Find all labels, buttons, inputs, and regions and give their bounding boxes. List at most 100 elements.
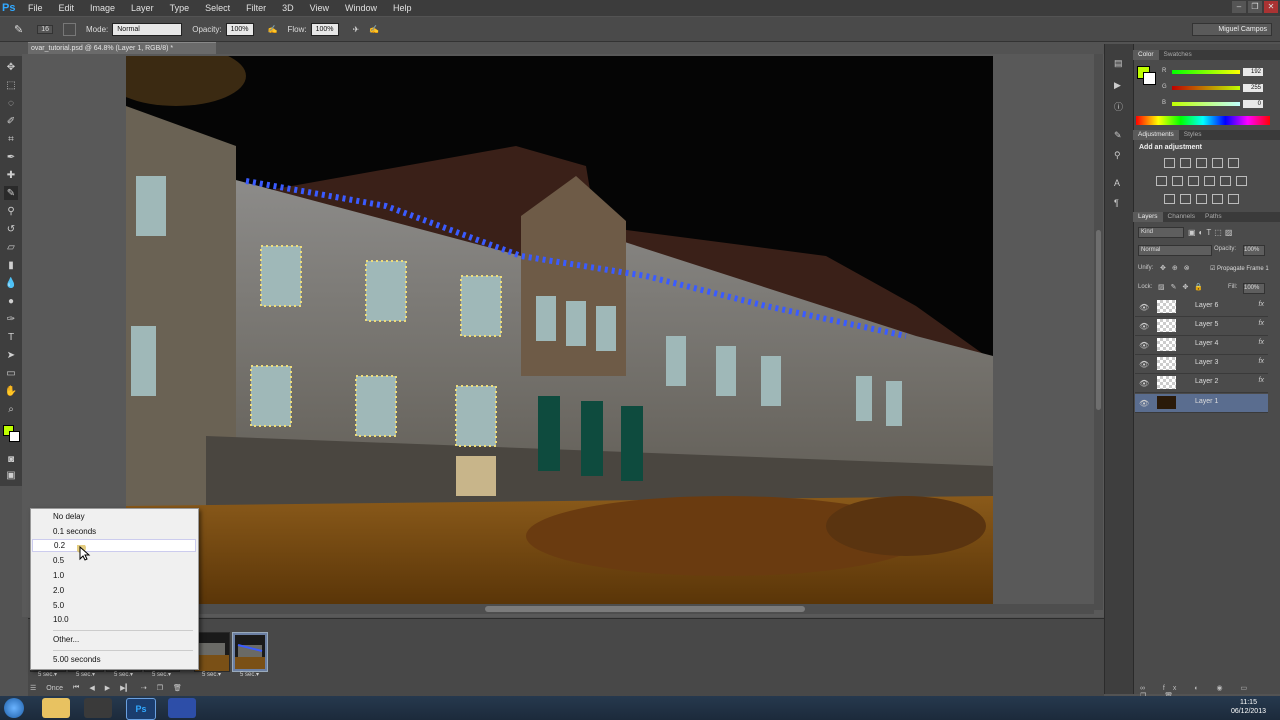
quick-select-tool-icon[interactable]: ✐ <box>4 114 18 128</box>
menu-view[interactable]: View <box>302 0 337 16</box>
delay-option-other[interactable]: Other... <box>53 635 79 644</box>
convert-timeline-icon[interactable]: ☰ <box>30 684 36 692</box>
first-frame-icon[interactable]: ⏮ <box>73 684 79 692</box>
delay-option-highlighted[interactable]: 0.2 <box>32 539 196 552</box>
blue-value[interactable]: 0 <box>1243 100 1263 108</box>
frame-delay[interactable]: 5 sec.▾ <box>114 671 133 678</box>
layer-row-selected[interactable]: 👁 Layer 1 <box>1135 394 1268 413</box>
minimize-icon[interactable]: – <box>1232 1 1246 13</box>
color-lookup-adjustment-icon[interactable] <box>1236 176 1247 186</box>
gradient-map-adjustment-icon[interactable] <box>1212 194 1223 204</box>
healing-tool-icon[interactable]: ✚ <box>4 168 18 182</box>
layer-effects-icon[interactable]: fx <box>1259 301 1264 308</box>
frame-delay[interactable]: 5 sec.▾ <box>152 671 171 678</box>
visibility-eye-icon[interactable]: 👁 <box>1139 303 1149 312</box>
frame-delay[interactable]: 5 sec.▾ <box>38 671 57 678</box>
tab-swatches[interactable]: Swatches <box>1159 50 1197 60</box>
paragraph-panel-icon[interactable]: ¶ <box>1114 198 1119 208</box>
media-taskbar-icon[interactable] <box>84 698 112 718</box>
visibility-eye-icon[interactable]: 👁 <box>1139 322 1149 331</box>
red-value[interactable]: 192 <box>1243 68 1263 76</box>
layer-row[interactable]: 👁 Layer 3 fx <box>1135 355 1268 374</box>
blue-slider[interactable] <box>1172 102 1240 106</box>
mode-select[interactable]: Normal <box>112 22 183 36</box>
marquee-tool-icon[interactable]: ⬚ <box>4 78 18 92</box>
menu-3d[interactable]: 3D <box>274 0 302 16</box>
lock-icons[interactable]: ▨✎✥🔒 <box>1158 283 1209 291</box>
delay-option[interactable]: 5.0 <box>53 601 64 610</box>
dodge-tool-icon[interactable]: ● <box>4 294 18 308</box>
green-slider[interactable] <box>1172 86 1240 90</box>
crop-tool-icon[interactable]: ⌗ <box>4 132 18 146</box>
info-panel-icon[interactable]: ⓘ <box>1114 100 1123 113</box>
menu-filter[interactable]: Filter <box>238 0 274 16</box>
screen-mode-icon[interactable]: ▣ <box>4 468 18 482</box>
delay-option[interactable]: 0.1 seconds <box>53 527 96 536</box>
airbrush-icon[interactable]: ✈ <box>353 25 360 34</box>
tab-adjustments[interactable]: Adjustments <box>1133 130 1179 140</box>
propagate-frame-checkbox[interactable]: ☑ Propagate Frame 1 <box>1210 265 1269 272</box>
photoshop-taskbar-icon[interactable]: Ps <box>126 698 156 720</box>
system-clock[interactable]: 11:15 06/12/2013 <box>1231 698 1266 716</box>
layer-filter-icons[interactable]: ▣◐T⬚▨ <box>1188 228 1235 237</box>
brightness-adjustment-icon[interactable] <box>1164 158 1175 168</box>
lasso-tool-icon[interactable]: ◌ <box>4 96 18 110</box>
color-balance-adjustment-icon[interactable] <box>1172 176 1183 186</box>
background-color-preview[interactable] <box>1143 72 1156 85</box>
prev-frame-icon[interactable]: ◀ <box>89 684 94 692</box>
brush-panel-icon[interactable]: ✎ <box>1114 130 1122 141</box>
horizontal-scroll-thumb[interactable] <box>485 606 805 612</box>
loop-select[interactable]: Once <box>46 685 63 692</box>
duplicate-frame-icon[interactable]: ❐ <box>157 684 163 692</box>
layer-row[interactable]: 👁 Layer 5 fx <box>1135 317 1268 336</box>
close-icon[interactable]: ✕ <box>1264 1 1278 13</box>
visibility-eye-icon[interactable]: 👁 <box>1139 341 1149 350</box>
pressure-size-icon[interactable]: ✍ <box>369 25 379 34</box>
toggle-brush-panel-icon[interactable] <box>63 22 77 36</box>
character-panel-icon[interactable]: A <box>1114 178 1120 188</box>
frame-delay[interactable]: 5 sec.▾ <box>202 671 221 678</box>
brush-preset-picker[interactable]: 16 <box>37 24 54 34</box>
move-tool-icon[interactable]: ✥ <box>4 60 18 74</box>
tween-icon[interactable]: ⇢ <box>141 684 147 692</box>
exposure-adjustment-icon[interactable] <box>1212 158 1223 168</box>
hue-saturation-adjustment-icon[interactable] <box>1156 176 1167 186</box>
tab-layers[interactable]: Layers <box>1133 212 1163 222</box>
vibrance-adjustment-icon[interactable] <box>1228 158 1239 168</box>
menu-window[interactable]: Window <box>337 0 385 16</box>
layer-effects-icon[interactable]: fx <box>1259 358 1264 365</box>
delete-frame-icon[interactable]: 🗑 <box>173 684 182 692</box>
tab-color[interactable]: Color <box>1133 50 1159 60</box>
delay-option[interactable]: 10.0 <box>53 615 69 624</box>
pen-tool-icon[interactable]: ✑ <box>4 312 18 326</box>
vertical-scroll-thumb[interactable] <box>1096 230 1101 410</box>
brush-tool-icon[interactable]: ✎ <box>14 23 23 36</box>
delay-option[interactable]: 1.0 <box>53 571 64 580</box>
frame-delay[interactable]: 5 sec.▾ <box>76 671 95 678</box>
history-panel-icon[interactable]: ▤ <box>1114 58 1123 69</box>
layer-row[interactable]: 👁 Layer 2 fx <box>1135 374 1268 393</box>
brush-tool-icon-selected[interactable]: ✎ <box>4 186 18 200</box>
timeline-frame[interactable] <box>194 632 230 672</box>
document-image[interactable] <box>126 56 993 605</box>
tab-paths[interactable]: Paths <box>1200 212 1227 222</box>
eraser-tool-icon[interactable]: ▱ <box>4 240 18 254</box>
posterize-adjustment-icon[interactable] <box>1180 194 1191 204</box>
app-taskbar-icon[interactable] <box>168 698 196 718</box>
clone-stamp-tool-icon[interactable]: ⚲ <box>4 204 18 218</box>
green-value[interactable]: 255 <box>1243 84 1263 92</box>
windows-start-icon[interactable] <box>4 698 24 718</box>
explorer-taskbar-icon[interactable] <box>42 698 70 718</box>
unify-icons[interactable]: ✥⊕⊗ <box>1160 264 1196 272</box>
clone-source-panel-icon[interactable]: ⚲ <box>1114 150 1121 161</box>
layer-effects-icon[interactable]: fx <box>1259 320 1264 327</box>
visibility-eye-icon[interactable]: 👁 <box>1139 360 1149 369</box>
threshold-adjustment-icon[interactable] <box>1196 194 1207 204</box>
pressure-opacity-icon[interactable]: ✍ <box>268 25 278 34</box>
fill-input[interactable]: 100% <box>1243 283 1265 294</box>
menu-layer[interactable]: Layer <box>123 0 162 16</box>
hand-tool-icon[interactable]: ✋ <box>4 384 18 398</box>
zoom-tool-icon[interactable]: ⌕ <box>4 402 18 416</box>
timeline-frame-selected[interactable] <box>232 632 268 672</box>
levels-adjustment-icon[interactable] <box>1180 158 1191 168</box>
